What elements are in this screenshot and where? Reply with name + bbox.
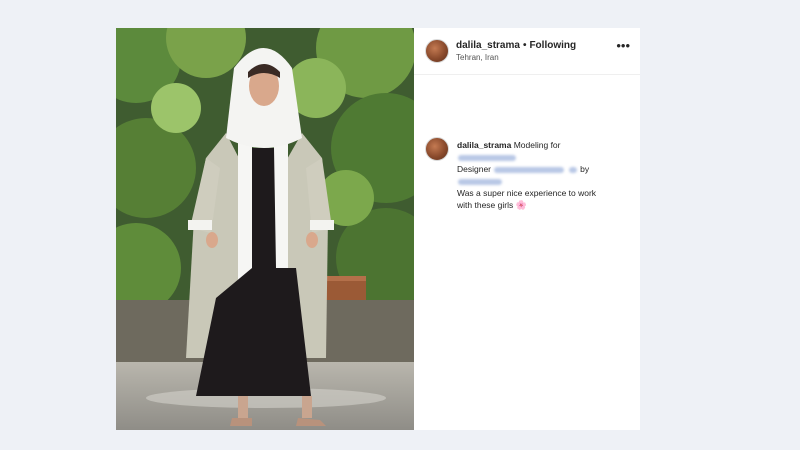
caption-mention-3	[568, 166, 577, 173]
caption-line3: Was a super nice experience to work	[457, 188, 597, 198]
caption-text: dalila_strama Modeling for Designer by W…	[457, 139, 632, 211]
post-header: dalila_strama • Following Tehran, Iran •••	[414, 28, 640, 75]
post-card: dalila_strama • Following Tehran, Iran •••…	[116, 28, 640, 430]
caption-mention-4[interactable]	[457, 175, 632, 187]
following-button[interactable]: Following	[529, 40, 576, 51]
post-photo-image	[116, 28, 414, 430]
post-photo[interactable]	[116, 28, 414, 430]
post-author-username[interactable]: dalila_strama	[456, 40, 520, 51]
caption-mention-2[interactable]	[494, 166, 565, 173]
post-author-line: dalila_strama • Following	[456, 40, 576, 51]
separator-dot: •	[522, 40, 527, 51]
post-side-panel: dalila_strama • Following Tehran, Iran •••…	[414, 28, 640, 430]
flower-emoji: 🌸	[515, 200, 527, 210]
caption-line1-text: Modeling for	[513, 140, 561, 150]
avatar[interactable]	[425, 39, 449, 63]
caption-line2-prefix: Designer	[457, 164, 492, 174]
caption-line4-text: with these girls	[457, 200, 514, 210]
post-location[interactable]: Tehran, Iran	[456, 53, 499, 62]
caption-line2-suffix: by	[580, 164, 590, 174]
caption-username[interactable]: dalila_strama	[457, 140, 511, 150]
caption-line-2: Designer by	[457, 163, 632, 175]
caption-avatar[interactable]	[425, 137, 449, 161]
caption-line-4: with these girls 🌸	[457, 199, 632, 211]
more-options-icon[interactable]: •••	[616, 38, 630, 53]
caption-line-1: dalila_strama Modeling for	[457, 139, 632, 151]
caption-mention-1[interactable]	[457, 151, 632, 163]
